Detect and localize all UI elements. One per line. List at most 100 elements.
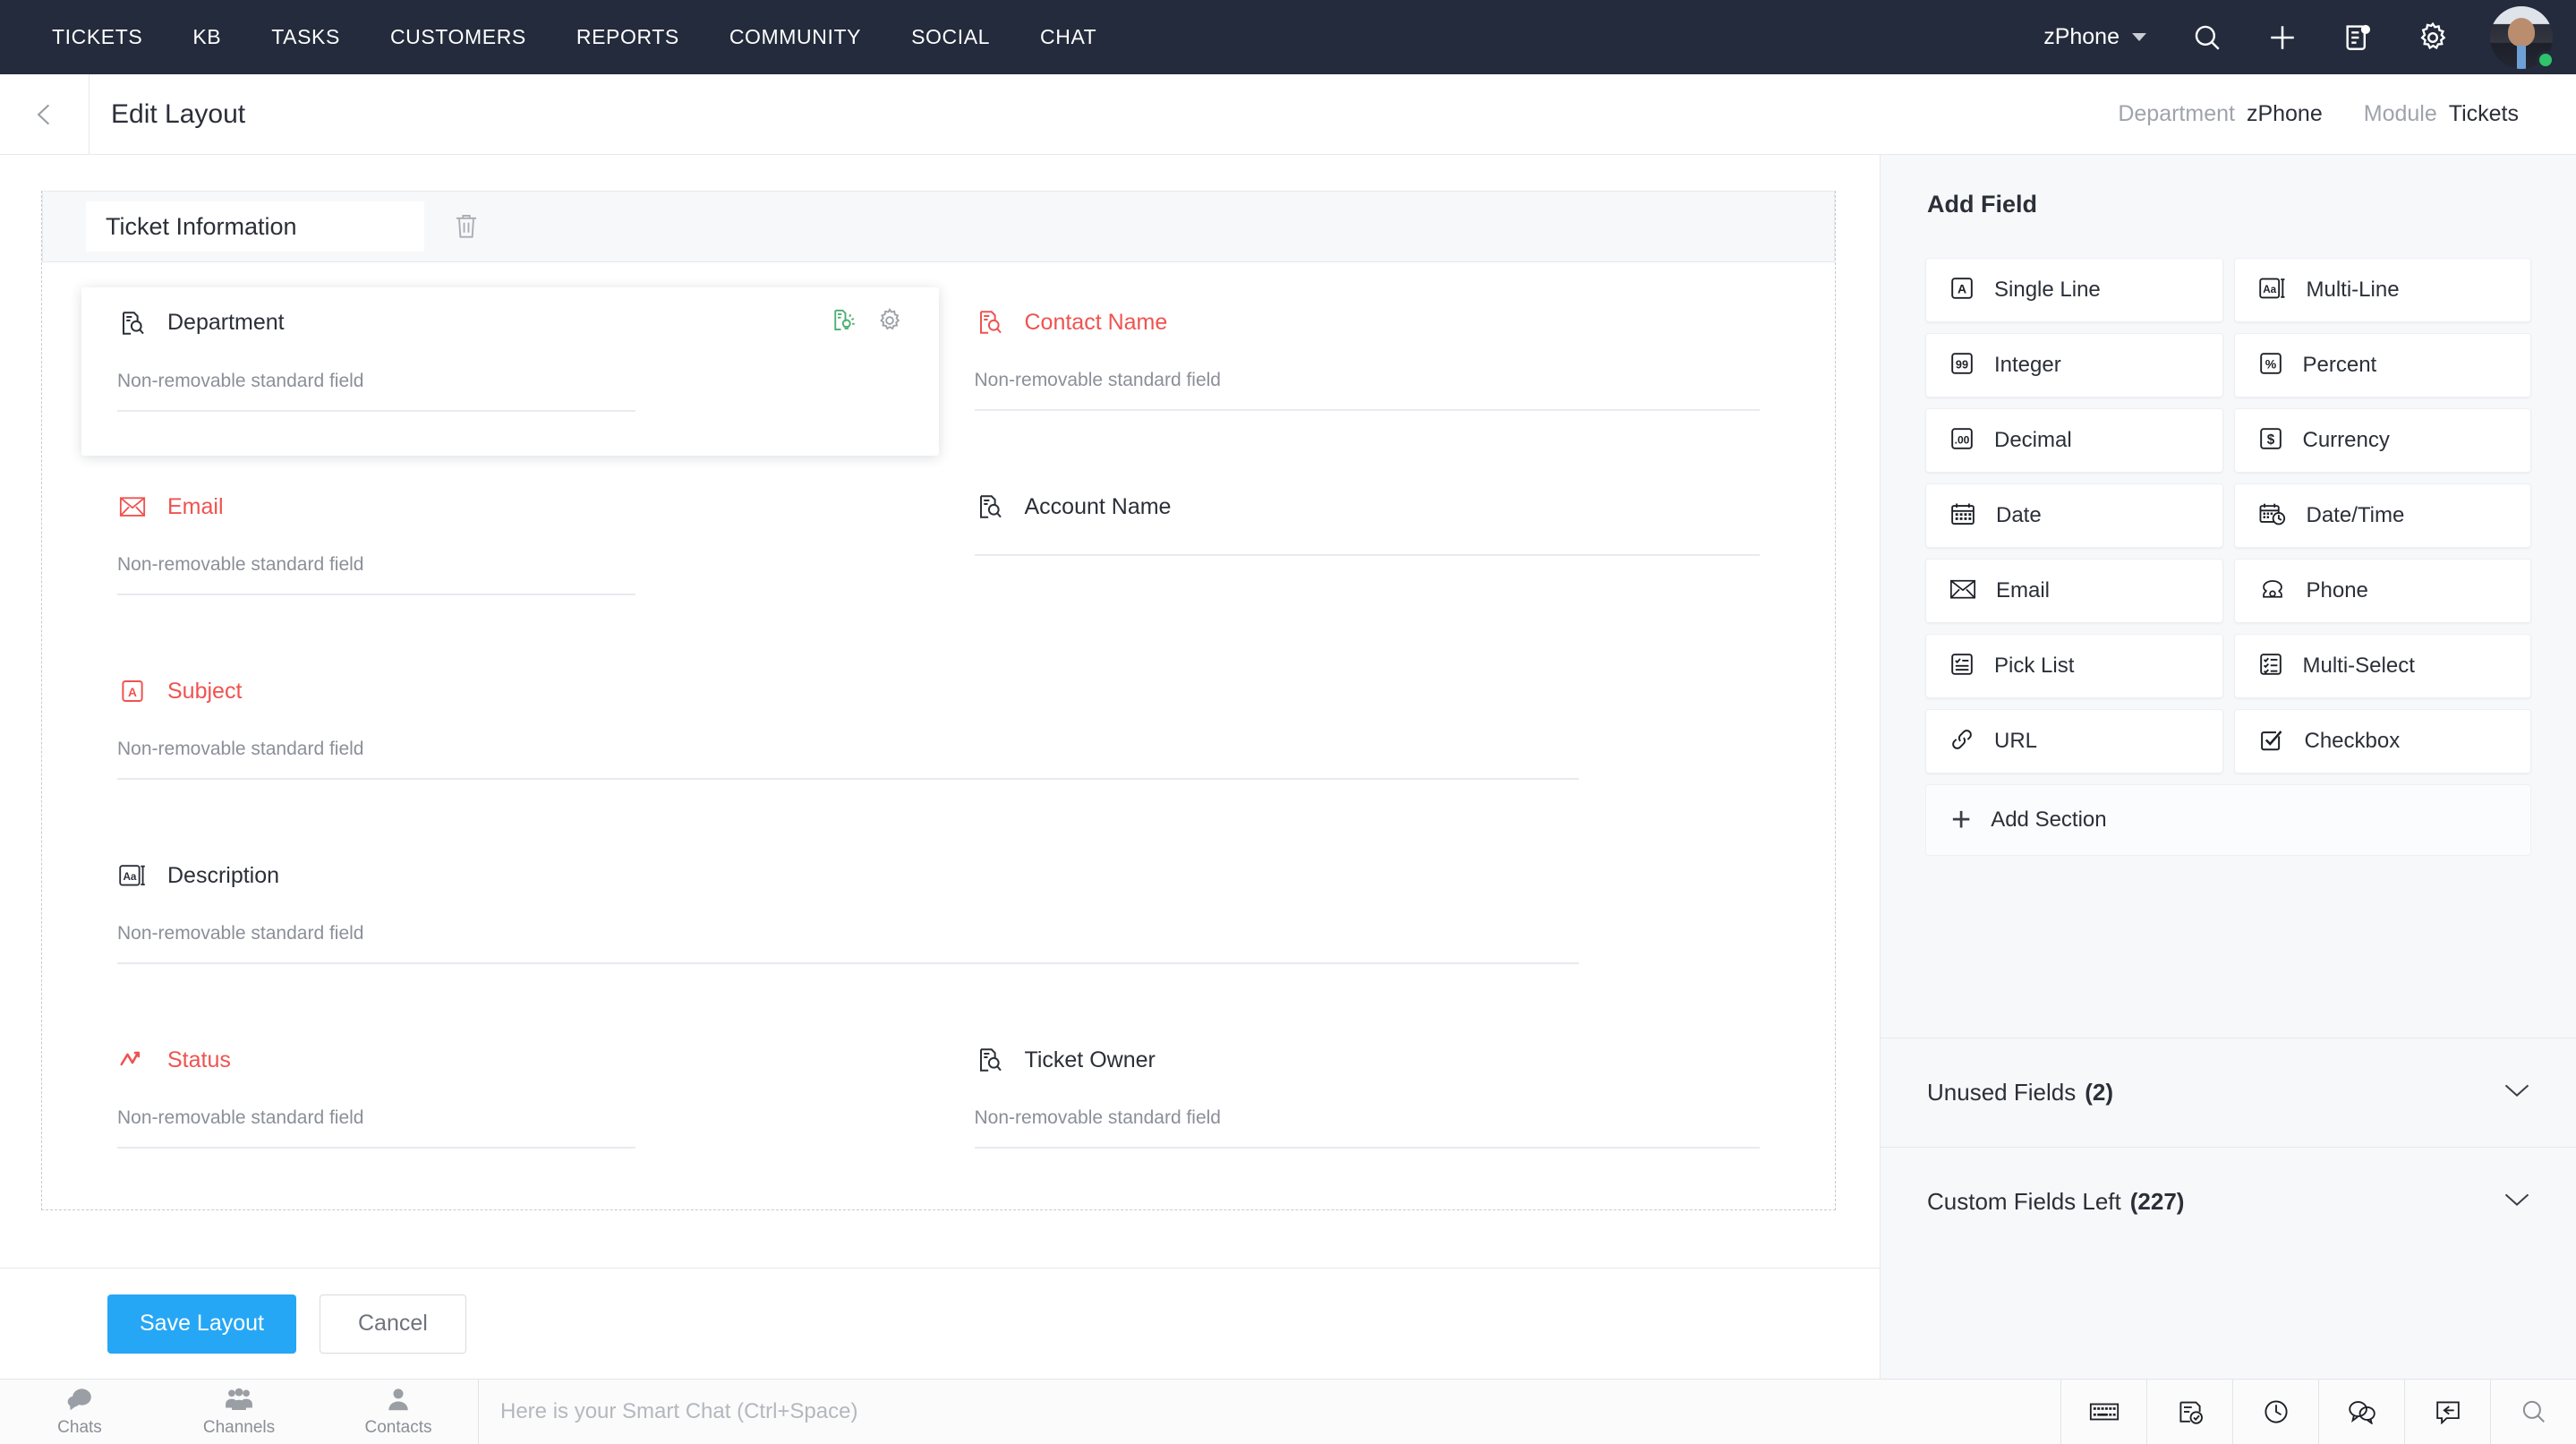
breadcrumb-module[interactable]: Module Tickets xyxy=(2364,101,2519,127)
field-type-label: Pick List xyxy=(1994,654,2074,679)
breadcrumb-department-value: zPhone xyxy=(2247,101,2323,127)
field-type-label: Date/Time xyxy=(2307,503,2405,528)
nav-item-tickets[interactable]: TICKETS xyxy=(27,0,167,74)
chevron-down-icon[interactable] xyxy=(2503,1192,2530,1212)
field-subject[interactable]: A Subject Non-removable standard field xyxy=(81,656,1796,841)
field-label-row: A Subject xyxy=(117,676,1760,706)
notes-icon[interactable] xyxy=(2320,0,2395,74)
multi-line-icon: Aa xyxy=(117,860,148,891)
save-layout-button[interactable]: Save Layout xyxy=(107,1294,296,1354)
back-button[interactable] xyxy=(0,74,90,154)
fields-grid: Department xyxy=(42,262,1835,1209)
field-contact-name[interactable]: Contact Name Non-removable standard fiel… xyxy=(939,287,1796,472)
bottom-tab-contacts[interactable]: Contacts xyxy=(319,1380,478,1444)
gear-icon[interactable] xyxy=(2395,0,2470,74)
field-underline xyxy=(117,410,635,412)
nav-item-tasks[interactable]: TASKS xyxy=(246,0,365,74)
field-underline xyxy=(975,1147,1761,1149)
nav-item-kb[interactable]: KB xyxy=(167,0,246,74)
nav-item-social[interactable]: SOCIAL xyxy=(886,0,1015,74)
plus-icon: + xyxy=(1951,803,1971,837)
field-label-row: Status xyxy=(117,1045,903,1075)
clock-icon[interactable] xyxy=(2232,1380,2318,1444)
accordion-count: (2) xyxy=(2085,1079,2113,1106)
lookup-icon xyxy=(975,307,1005,338)
avatar[interactable] xyxy=(2490,6,2553,69)
smart-chat-input[interactable] xyxy=(500,1399,2060,1424)
breadcrumb-module-value: Tickets xyxy=(2449,101,2519,127)
field-label: Email xyxy=(167,494,224,520)
field-type-label: Decimal xyxy=(1994,428,2072,453)
chat-double-icon[interactable] xyxy=(2318,1380,2404,1444)
field-type-integer[interactable]: 99 Integer xyxy=(1925,333,2223,397)
field-label-row: Aa Description xyxy=(117,860,1760,891)
add-section-button[interactable]: + Add Section xyxy=(1925,784,2531,856)
field-underline xyxy=(117,962,1579,964)
svg-text:.00: .00 xyxy=(1955,433,1970,446)
accordion-label: Unused Fields xyxy=(1927,1079,2076,1106)
datetime-icon xyxy=(2258,501,2287,531)
chevron-down-icon[interactable] xyxy=(2503,1082,2530,1103)
reply-icon[interactable] xyxy=(2404,1380,2490,1444)
field-description[interactable]: Aa Description Non-removable standard fi… xyxy=(81,841,1796,1025)
field-type-label: URL xyxy=(1994,729,2037,754)
field-type-decimal[interactable]: .00 Decimal xyxy=(1925,408,2223,473)
field-type-url[interactable]: URL xyxy=(1925,709,2223,773)
field-type-email[interactable]: Email xyxy=(1925,559,2223,623)
field-account-name[interactable]: Account Name xyxy=(939,472,1796,656)
field-underline xyxy=(117,594,635,595)
accordion-label: Custom Fields Left xyxy=(1927,1188,2121,1216)
section-title-input[interactable] xyxy=(86,201,424,252)
field-type-phone[interactable]: Phone xyxy=(2234,559,2532,623)
bulb-icon[interactable] xyxy=(830,307,857,338)
field-department[interactable]: Department xyxy=(81,287,939,456)
status-icon xyxy=(117,1045,148,1075)
nav-item-reports[interactable]: REPORTS xyxy=(551,0,704,74)
field-type-date-time[interactable]: Date/Time xyxy=(2234,483,2532,548)
add-icon[interactable] xyxy=(2245,0,2320,74)
search-icon[interactable] xyxy=(2170,0,2245,74)
task-check-icon[interactable] xyxy=(2146,1380,2232,1444)
currency-icon: $ xyxy=(2258,426,2283,456)
nav-menu: TICKETS KB TASKS CUSTOMERS REPORTS COMMU… xyxy=(0,0,1122,74)
department-selector[interactable]: zPhone xyxy=(2020,24,2170,50)
field-type-currency[interactable]: $ Currency xyxy=(2234,408,2532,473)
field-type-checkbox[interactable]: Checkbox xyxy=(2234,709,2532,773)
delete-section-button[interactable] xyxy=(453,212,480,241)
field-type-label: Email xyxy=(1996,578,2050,603)
field-type-label: Multi-Line xyxy=(2307,278,2400,303)
search-icon[interactable] xyxy=(2490,1380,2576,1444)
bottom-tab-chats[interactable]: Chats xyxy=(0,1380,159,1444)
field-type-multi-line[interactable]: Aa Multi-Line xyxy=(2234,258,2532,322)
field-underline xyxy=(975,554,1761,556)
cancel-button[interactable]: Cancel xyxy=(320,1294,466,1354)
accordion-unused-fields[interactable]: Unused Fields (2) xyxy=(1881,1038,2576,1147)
field-type-label: Phone xyxy=(2307,578,2368,603)
field-type-multi-select[interactable]: Multi-Select xyxy=(2234,634,2532,698)
field-type-pick-list[interactable]: Pick List xyxy=(1925,634,2223,698)
chat-bubble-icon xyxy=(65,1387,94,1416)
email-icon xyxy=(117,491,148,522)
nav-item-chat[interactable]: CHAT xyxy=(1015,0,1122,74)
keyboard-icon[interactable] xyxy=(2060,1380,2146,1444)
field-type-percent[interactable]: % Percent xyxy=(2234,333,2532,397)
breadcrumb-department[interactable]: Department zPhone xyxy=(2118,101,2322,127)
accordion-custom-fields-left[interactable]: Custom Fields Left (227) xyxy=(1881,1147,2576,1256)
lookup-icon xyxy=(975,1045,1005,1075)
svg-text:%: % xyxy=(2265,356,2276,371)
field-label-row: Email xyxy=(117,491,903,522)
svg-text:$: $ xyxy=(2266,432,2274,448)
field-type-date[interactable]: Date xyxy=(1925,483,2223,548)
breadcrumb-module-key: Module xyxy=(2364,101,2437,127)
decimal-icon: .00 xyxy=(1949,426,1975,456)
gear-icon[interactable] xyxy=(876,307,903,338)
nav-item-community[interactable]: COMMUNITY xyxy=(704,0,886,74)
url-icon xyxy=(1949,727,1975,756)
field-ticket-owner[interactable]: Ticket Owner Non-removable standard fiel… xyxy=(939,1025,1796,1209)
field-status[interactable]: Status Non-removable standard field xyxy=(81,1025,939,1209)
nav-item-customers[interactable]: CUSTOMERS xyxy=(365,0,551,74)
bottom-tab-channels[interactable]: Channels xyxy=(159,1380,319,1444)
field-email[interactable]: Email Non-removable standard field xyxy=(81,472,939,656)
field-type-single-line[interactable]: A Single Line xyxy=(1925,258,2223,322)
layout-section: Department xyxy=(41,191,1836,1210)
